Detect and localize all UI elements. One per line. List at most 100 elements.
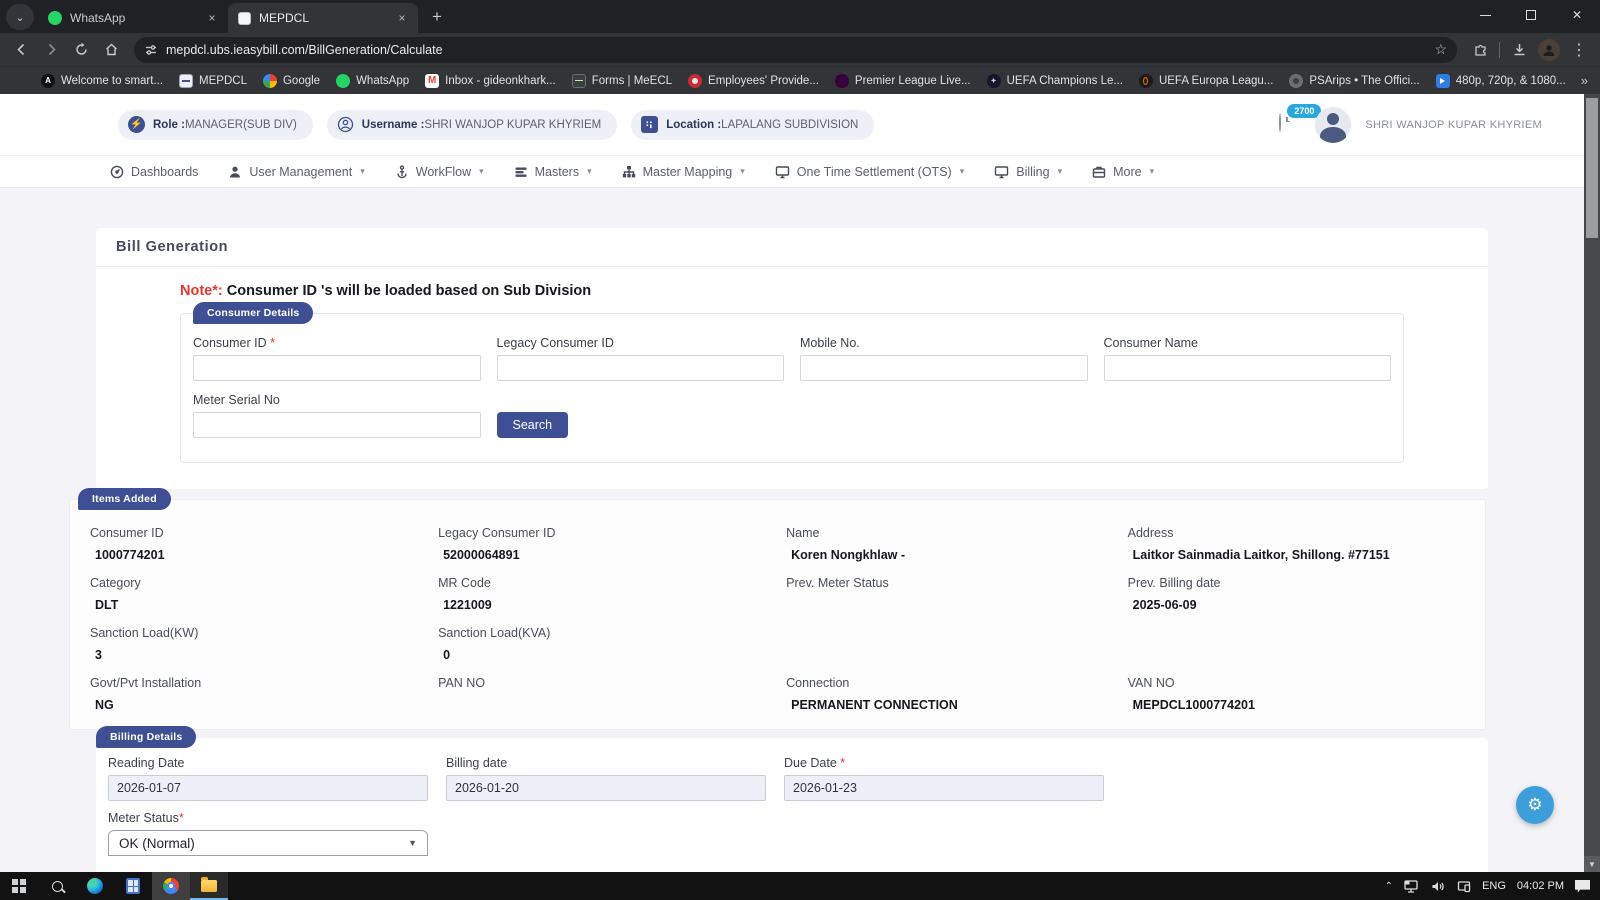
reload-icon[interactable]: [68, 37, 94, 63]
bookmark-item[interactable]: Employees' Provide...: [681, 71, 826, 91]
item-field: [786, 626, 1114, 663]
consumer-name-input[interactable]: [1104, 355, 1392, 381]
nav-user-management[interactable]: User Management▾: [228, 165, 364, 179]
close-tab-icon[interactable]: ×: [204, 10, 220, 26]
clock-icon: [1279, 113, 1281, 132]
downloads-icon[interactable]: [1506, 37, 1532, 63]
taskbar-search-button[interactable]: [38, 872, 76, 900]
consumer-id-input[interactable]: [193, 355, 481, 381]
item-field: Govt/Pvt InstallationNG: [90, 676, 424, 713]
dashboard-icon: [110, 165, 124, 179]
meter-serial-input[interactable]: [193, 412, 481, 438]
maximize-button[interactable]: [1508, 0, 1554, 30]
bookmark-favicon: A: [41, 74, 55, 88]
item-field: VAN NOMEPDCL1000774201: [1128, 676, 1465, 713]
nav-workflow[interactable]: WorkFlow▾: [395, 165, 484, 179]
scrollbar[interactable]: ▼: [1584, 94, 1600, 872]
gear-icon: ⚙: [1527, 795, 1542, 815]
reading-date-input[interactable]: [108, 775, 428, 801]
billing-date-input[interactable]: [446, 775, 766, 801]
chevron-down-icon: ▾: [479, 166, 484, 177]
meter-status-select[interactable]: OK (Normal) ▼: [108, 830, 428, 856]
new-tab-button[interactable]: +: [424, 4, 450, 30]
bolt-icon: ⚡: [128, 116, 145, 133]
bookmark-item[interactable]: UEFA Europa Leagu...: [1132, 71, 1280, 91]
site-info-icon[interactable]: [144, 43, 158, 57]
bookmark-item[interactable]: Premier League Live...: [828, 71, 978, 91]
bookmarks-overflow-icon[interactable]: »: [1575, 73, 1594, 88]
item-field: ConnectionPERMANENT CONNECTION: [786, 676, 1114, 713]
chevron-down-icon: ▾: [960, 166, 965, 177]
bookmark-item[interactable]: WhatsApp: [329, 71, 416, 91]
meter-status-field: Meter Status* OK (Normal) ▼: [108, 811, 1476, 856]
reading-date-field: Reading Date: [108, 756, 428, 801]
tab-search-button[interactable]: ⌄: [6, 4, 34, 30]
system-tray: ⌃ ENG 04:02 PM: [1375, 872, 1600, 900]
item-field: Sanction Load(KVA)0: [438, 626, 772, 663]
address-bar[interactable]: mepdcl.ubs.ieasybill.com/BillGeneration/…: [134, 37, 1457, 63]
avatar[interactable]: [1315, 107, 1351, 143]
bookmark-item[interactable]: MEPDCL: [172, 71, 254, 91]
minimize-button[interactable]: [1462, 0, 1508, 30]
volume-icon[interactable]: [1431, 880, 1446, 893]
bookmark-item[interactable]: ✦UEFA Champions Le...: [980, 71, 1130, 91]
home-icon[interactable]: [98, 37, 124, 63]
browser-profile-avatar[interactable]: [1538, 39, 1560, 61]
tab-mepdcl[interactable]: MEPDCL ×: [228, 3, 418, 33]
taskbar-calculator-button[interactable]: [114, 872, 152, 900]
field-label: Consumer Name: [1104, 336, 1392, 350]
notification-clock[interactable]: 2700: [1279, 114, 1301, 136]
caret-down-icon: ▼: [408, 838, 417, 848]
meter-serial-field: Meter Serial No: [193, 393, 481, 438]
action-center-icon[interactable]: [1575, 880, 1590, 893]
toolbar-right: ⋮: [1467, 37, 1592, 63]
bookmark-favicon: [179, 74, 193, 88]
field-label: Meter Serial No: [193, 393, 481, 407]
field-label: Consumer ID *: [193, 336, 481, 350]
user-circle-icon: [337, 116, 354, 133]
taskbar-explorer-button[interactable]: [190, 872, 228, 900]
close-window-button[interactable]: ✕: [1554, 0, 1600, 30]
device-icon[interactable]: [1457, 880, 1471, 893]
nav-more[interactable]: More▾: [1092, 165, 1154, 179]
bookmark-star-icon[interactable]: ☆: [1434, 41, 1447, 58]
bookmark-favicon: [572, 74, 586, 88]
scrollbar-thumb[interactable]: [1586, 98, 1598, 238]
bookmark-item[interactable]: Google: [256, 71, 327, 91]
app-header: ⚡ Role :MANAGER(SUB DIV) Username :SHRI …: [0, 94, 1584, 155]
bookmark-favicon: [1289, 74, 1303, 88]
nav-ots[interactable]: One Time Settlement (OTS)▾: [775, 165, 964, 179]
tab-whatsapp[interactable]: WhatsApp ×: [38, 3, 228, 33]
bookmark-item[interactable]: PSArips • The Offici...: [1282, 71, 1426, 91]
sitemap-icon: [622, 165, 636, 179]
network-icon[interactable]: [1404, 880, 1420, 893]
settings-fab[interactable]: ⚙: [1516, 786, 1554, 824]
nav-dashboards[interactable]: Dashboards: [110, 165, 198, 179]
bookmark-item[interactable]: MInbox - gideonkhark...: [418, 71, 563, 91]
nav-master-mapping[interactable]: Master Mapping▾: [622, 165, 745, 179]
scroll-down-arrow[interactable]: ▼: [1584, 856, 1600, 872]
back-icon[interactable]: [8, 37, 34, 63]
start-button[interactable]: [0, 872, 38, 900]
bookmark-item[interactable]: Forms | MeECL: [565, 71, 679, 91]
forward-icon[interactable]: [38, 37, 64, 63]
nav-billing[interactable]: Billing▾: [994, 165, 1062, 179]
mobile-no-input[interactable]: [800, 355, 1088, 381]
taskbar-edge-button[interactable]: [76, 872, 114, 900]
nav-masters[interactable]: Masters▾: [514, 165, 592, 179]
bookmark-favicon: [1139, 74, 1153, 88]
close-tab-icon[interactable]: ×: [394, 10, 410, 26]
legacy-consumer-id-input[interactable]: [497, 355, 785, 381]
bookmark-item[interactable]: 480p, 720p, & 1080...: [1429, 71, 1573, 91]
bookmark-item[interactable]: AWelcome to smart...: [34, 71, 170, 91]
apps-grid-icon[interactable]: [10, 73, 12, 89]
search-button[interactable]: Search: [497, 412, 569, 438]
extensions-icon[interactable]: [1467, 37, 1493, 63]
menu-dots-icon[interactable]: ⋮: [1566, 37, 1592, 63]
tray-chevron-icon[interactable]: ⌃: [1385, 881, 1393, 892]
taskbar-chrome-button[interactable]: [152, 872, 190, 900]
anchor-icon: [395, 165, 409, 179]
due-date-input[interactable]: [784, 775, 1104, 801]
language-indicator[interactable]: ENG: [1482, 880, 1506, 892]
clock[interactable]: 04:02 PM: [1517, 880, 1564, 892]
